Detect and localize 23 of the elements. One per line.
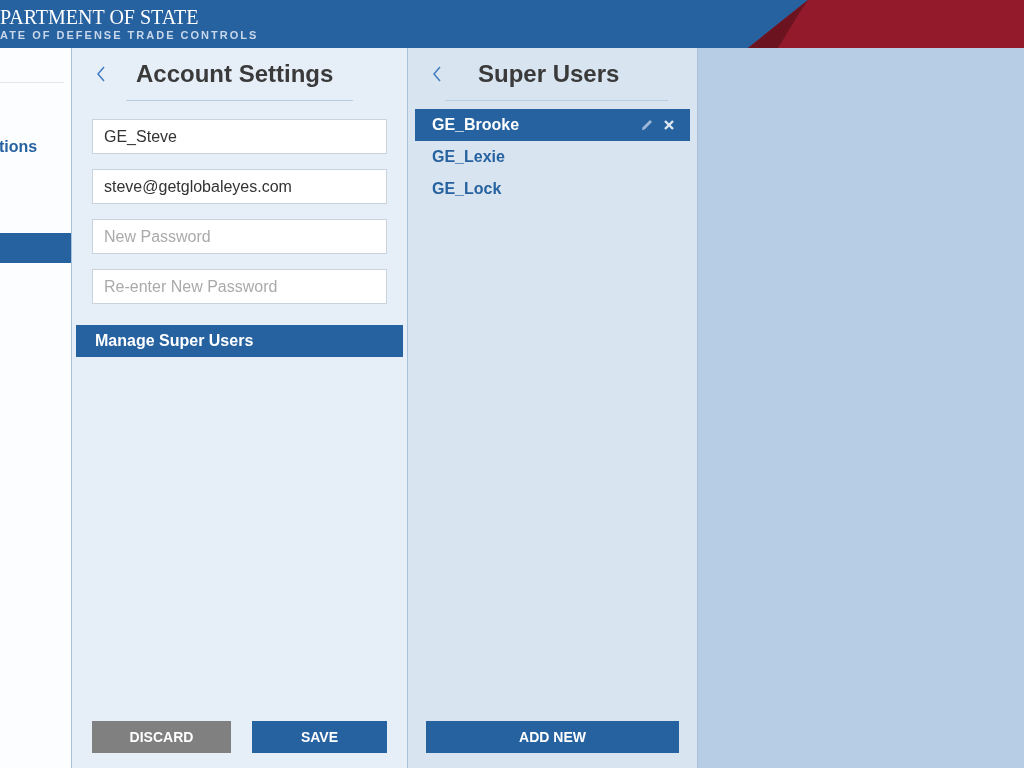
panel-title: Account Settings [136,59,334,89]
input-field[interactable]: steve@getglobaleyes.com [92,169,387,204]
input-field[interactable]: New Password [92,219,387,254]
header-subtitle: ATE OF DEFENSE TRADE CONTROLS [0,28,260,42]
input-field[interactable]: Re-enter New Password [92,269,387,304]
header-title: PARTMENT OF STATE [0,6,200,28]
user-name: GE_Brooke [432,115,521,135]
add-new-button[interactable]: ADD NEW [426,721,679,753]
pencil-icon[interactable] [640,118,654,132]
user-row[interactable]: GE_Lock [415,173,690,205]
discard-button[interactable]: DISCARD [92,721,231,753]
save-button[interactable]: SAVE [252,721,387,753]
close-icon[interactable] [664,120,674,130]
user-row[interactable]: GE_Lexie [415,141,690,173]
back-icon[interactable] [432,66,442,82]
panel-title: Super Users [478,59,620,89]
sidebar-item[interactable]: tions [0,135,71,159]
user-row[interactable]: GE_Brooke [415,109,690,141]
user-name: GE_Lock [432,179,503,199]
input-field[interactable]: GE_Steve [92,119,387,154]
back-icon[interactable] [96,66,106,82]
menu-item[interactable]: Manage Super Users [76,325,403,357]
user-name: GE_Lexie [432,147,506,167]
